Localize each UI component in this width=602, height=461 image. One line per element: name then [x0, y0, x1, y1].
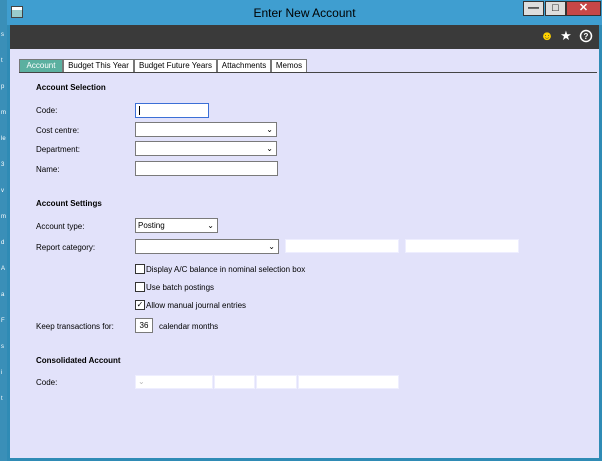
edge-glyph: d [1, 240, 5, 246]
tab-memos[interactable]: Memos [271, 59, 307, 72]
edge-glyph: a [1, 292, 5, 298]
edge-glyph: t [1, 396, 3, 402]
maximize-button[interactable]: □ [545, 1, 566, 16]
manual-journal-label: Allow manual journal entries [146, 301, 247, 310]
tab-budget-future-years[interactable]: Budget Future Years [134, 59, 217, 72]
consolidated-code-field-2[interactable] [214, 375, 255, 389]
chevron-down-icon: ⌄ [268, 242, 275, 251]
edge-glyph: i [1, 370, 3, 376]
tab-attachments[interactable]: Attachments [217, 59, 271, 72]
svg-text:?: ? [584, 32, 589, 41]
consolidated-code-select[interactable]: ⌄ [135, 375, 213, 389]
batch-postings-checkbox[interactable] [135, 282, 145, 292]
chevron-down-icon: ⌄ [207, 221, 214, 230]
close-button[interactable]: ✕ [566, 1, 601, 16]
account-settings-heading: Account Settings [36, 199, 102, 208]
batch-postings-label: Use batch postings [146, 283, 215, 292]
edge-glyph: v [1, 188, 4, 194]
enter-new-account-window: Enter New Account — □ ✕ ☻ ★ ? Account Bu… [7, 0, 602, 461]
consolidated-code-label: Code: [36, 378, 58, 387]
title-bar[interactable]: Enter New Account — □ ✕ [7, 0, 602, 25]
window-title: Enter New Account [253, 6, 356, 20]
header-toolbar: ☻ ★ ? [10, 25, 599, 49]
tab-budget-this-year[interactable]: Budget This Year [63, 59, 134, 72]
edge-glyph: 3 [1, 162, 5, 168]
chevron-down-icon: ⌄ [266, 125, 273, 134]
smile-icon[interactable]: ☻ [540, 29, 554, 43]
edge-glyph: A [1, 266, 6, 272]
edge-glyph: s [1, 344, 4, 350]
code-label: Code: [36, 106, 58, 115]
report-category-extra-field-1[interactable] [285, 239, 399, 253]
consolidated-code-field-4[interactable] [298, 375, 399, 389]
keep-transactions-unit: calendar months [159, 322, 219, 331]
keep-transactions-input[interactable]: 36 [135, 318, 153, 333]
manual-journal-checkbox[interactable]: ✓ [135, 300, 145, 310]
chevron-down-icon: ⌄ [266, 144, 273, 153]
account-selection-heading: Account Selection [36, 83, 106, 92]
name-input[interactable] [135, 161, 278, 176]
cost-centre-label: Cost centre: [36, 126, 80, 135]
display-balance-label: Display A/C balance in nominal selection… [146, 265, 306, 274]
display-balance-checkbox[interactable] [135, 264, 145, 274]
department-label: Department: [36, 145, 81, 154]
department-select[interactable]: ⌄ [135, 141, 277, 156]
minimize-button[interactable]: — [523, 1, 544, 16]
edge-glyph: m [1, 214, 6, 220]
star-icon[interactable]: ★ [559, 29, 573, 43]
report-category-label: Report category: [36, 243, 96, 252]
help-icon[interactable]: ? [579, 29, 593, 43]
cost-centre-select[interactable]: ⌄ [135, 122, 277, 137]
text-caret [139, 106, 140, 115]
edge-glyph: s [1, 32, 4, 38]
keep-transactions-label: Keep transactions for: [36, 322, 114, 331]
tab-account[interactable]: Account [19, 59, 63, 72]
name-label: Name: [36, 165, 60, 174]
help-circle-icon: ? [579, 29, 593, 43]
checkmark-icon: ✓ [136, 300, 144, 309]
edge-glyph: le [1, 136, 6, 142]
report-category-select[interactable]: ⌄ [135, 239, 279, 254]
tab-divider [19, 72, 597, 73]
account-type-label: Account type: [36, 222, 85, 231]
account-form-panel: Account Budget This Year Budget Future Y… [10, 49, 599, 458]
chevron-down-icon: ⌄ [138, 377, 145, 386]
account-type-select[interactable]: Posting ⌄ [135, 218, 218, 233]
report-category-extra-field-2[interactable] [405, 239, 519, 253]
consolidated-account-heading: Consolidated Account [36, 356, 121, 365]
edge-glyph: p [1, 84, 5, 90]
edge-glyph: F [1, 318, 5, 324]
account-type-value: Posting [138, 221, 165, 230]
consolidated-code-field-3[interactable] [256, 375, 297, 389]
code-input[interactable] [135, 103, 209, 118]
edge-glyph: t [1, 58, 3, 64]
edge-glyph: m [1, 110, 6, 116]
